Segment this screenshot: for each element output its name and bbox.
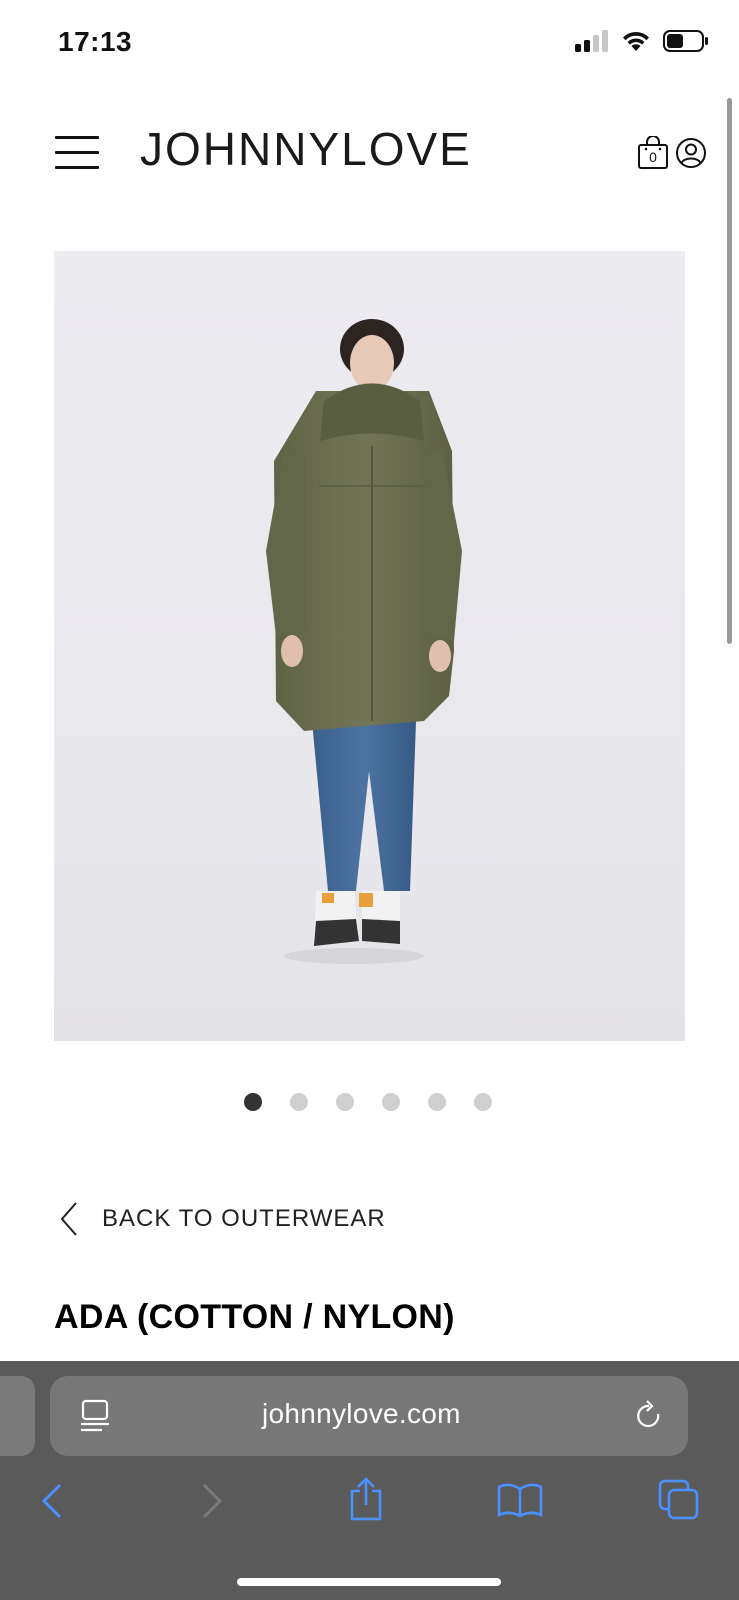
status-time: 17:13	[58, 26, 133, 57]
carousel-dot[interactable]	[336, 1093, 354, 1111]
back-arrow-icon[interactable]	[40, 1483, 64, 1519]
product-title: ADA (COTTON / NYLON)	[54, 1298, 455, 1336]
carousel-dot[interactable]	[244, 1093, 262, 1111]
share-icon[interactable]	[348, 1477, 384, 1521]
reader-mode-icon[interactable]	[80, 1399, 112, 1433]
scroll-indicator[interactable]	[727, 98, 732, 644]
brand-logo[interactable]: JOHNNYLOVE	[140, 122, 472, 176]
carousel-dot[interactable]	[428, 1093, 446, 1111]
cart-button[interactable]: 0	[637, 135, 669, 170]
back-to-category-link[interactable]: BACK TO OUTERWEAR	[58, 1201, 386, 1237]
menu-button[interactable]	[55, 136, 101, 172]
hamburger-icon-line	[55, 166, 99, 169]
back-link-label: BACK TO OUTERWEAR	[102, 1205, 386, 1232]
forward-arrow-icon[interactable]	[200, 1483, 224, 1519]
url-text: johnnylove.com	[262, 1398, 461, 1429]
previous-tab-peek[interactable]	[0, 1376, 35, 1456]
chevron-left-icon	[60, 1202, 77, 1236]
home-indicator[interactable]	[237, 1578, 501, 1586]
reload-icon[interactable]	[634, 1400, 664, 1432]
bookmarks-icon[interactable]	[497, 1483, 543, 1517]
product-image[interactable]	[54, 251, 685, 1041]
cellular-signal-icon	[575, 30, 608, 52]
carousel-dot[interactable]	[382, 1093, 400, 1111]
account-button[interactable]	[675, 137, 707, 169]
cart-count: 0	[649, 149, 657, 165]
user-icon	[676, 138, 706, 168]
carousel-dot[interactable]	[474, 1093, 492, 1111]
battery-icon	[663, 30, 708, 52]
model-photo	[266, 319, 462, 964]
hamburger-icon	[55, 136, 99, 139]
status-icons	[575, 30, 709, 52]
carousel-dot[interactable]	[290, 1093, 308, 1111]
carousel-dots	[244, 1093, 492, 1111]
wifi-icon	[623, 31, 649, 51]
hamburger-icon-line	[55, 151, 99, 154]
tabs-icon[interactable]	[658, 1479, 700, 1521]
